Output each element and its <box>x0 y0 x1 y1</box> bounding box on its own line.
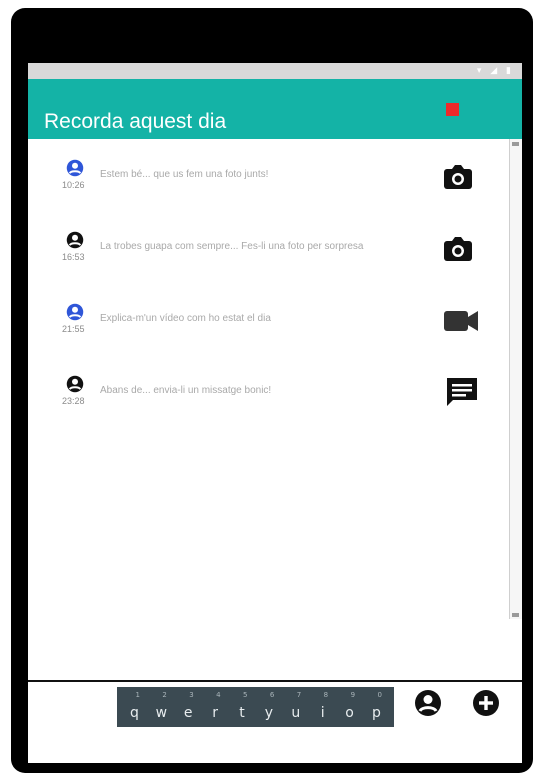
app-screen: ▾ ◢ ▮ Recorda aquest dia 10:26 Estem bé.… <box>28 63 522 763</box>
scroll-down-arrow[interactable] <box>512 613 519 617</box>
entry-message: Abans de... envia-li un missatge bonic! <box>100 385 272 396</box>
key-y[interactable]: 6y <box>258 691 280 721</box>
list-item[interactable]: 23:28 Abans de... envia-li un missatge b… <box>28 375 498 435</box>
camera-icon[interactable] <box>440 159 476 195</box>
key-label: o <box>345 705 354 721</box>
list-item[interactable]: 21:55 Explica-m'un vídeo com ho estat el… <box>28 303 498 363</box>
key-hint: 1 <box>135 691 140 699</box>
status-icons: ▾ ◢ ▮ <box>476 66 514 76</box>
entry-time: 16:53 <box>62 252 85 262</box>
entry-message: Explica-m'un vídeo com ho estat el dia <box>100 313 271 324</box>
key-hint: 2 <box>162 691 167 699</box>
bottom-bar: 1q 2w 3e 4r 5t 6y 7u 8i 9o 0p <box>28 680 522 763</box>
entry-time: 21:55 <box>62 324 85 334</box>
entry-list[interactable]: 10:26 Estem bé... que us fem una foto ju… <box>28 139 522 679</box>
scrollbar[interactable] <box>509 139 522 619</box>
key-hint: 0 <box>377 691 382 699</box>
key-t[interactable]: 5t <box>231 691 253 721</box>
key-hint: 3 <box>189 691 194 699</box>
key-label: p <box>372 705 381 721</box>
key-hint: 6 <box>269 691 275 699</box>
entry-message: La trobes guapa com sempre... Fes-li una… <box>100 241 364 252</box>
account-icon[interactable] <box>414 689 442 717</box>
key-q[interactable]: 1q <box>123 691 145 721</box>
entry-time: 23:28 <box>62 396 85 406</box>
add-circle-icon[interactable] <box>472 689 500 717</box>
message-icon[interactable] <box>444 375 480 411</box>
status-bar: ▾ ◢ ▮ <box>28 63 522 79</box>
key-label: t <box>239 705 245 721</box>
key-o[interactable]: 9o <box>339 691 361 721</box>
key-hint: 9 <box>350 691 356 699</box>
key-w[interactable]: 2w <box>150 691 172 721</box>
app-bar: Recorda aquest dia <box>28 79 522 139</box>
key-label: e <box>183 705 193 721</box>
key-i[interactable]: 8i <box>312 691 334 721</box>
key-label: w <box>155 705 168 721</box>
record-button[interactable] <box>446 103 459 116</box>
key-p[interactable]: 0p <box>365 691 387 721</box>
entry-time: 10:26 <box>62 180 85 190</box>
person-icon <box>66 231 84 249</box>
key-label: u <box>291 705 301 721</box>
scroll-up-arrow[interactable] <box>512 142 519 146</box>
person-icon <box>66 303 84 321</box>
key-hint: 4 <box>216 691 221 699</box>
list-item[interactable]: 10:26 Estem bé... que us fem una foto ju… <box>28 159 498 219</box>
key-e[interactable]: 3e <box>177 691 199 721</box>
key-label: i <box>320 705 325 721</box>
keyboard[interactable]: 1q 2w 3e 4r 5t 6y 7u 8i 9o 0p <box>117 687 394 727</box>
key-label: r <box>212 705 218 721</box>
key-hint: 8 <box>323 691 329 699</box>
key-u[interactable]: 7u <box>285 691 307 721</box>
key-label: y <box>264 705 274 721</box>
key-r[interactable]: 4r <box>204 691 226 721</box>
app-title: Recorda aquest dia <box>44 110 227 133</box>
entry-message: Estem bé... que us fem una foto junts! <box>100 169 269 180</box>
key-label: q <box>129 705 139 721</box>
camera-icon[interactable] <box>440 231 476 267</box>
person-icon <box>66 375 84 393</box>
key-hint: 7 <box>296 691 302 699</box>
key-hint: 5 <box>243 691 248 699</box>
list-item[interactable]: 16:53 La trobes guapa com sempre... Fes-… <box>28 231 498 291</box>
videocam-icon[interactable] <box>440 303 480 339</box>
person-icon <box>66 159 84 177</box>
